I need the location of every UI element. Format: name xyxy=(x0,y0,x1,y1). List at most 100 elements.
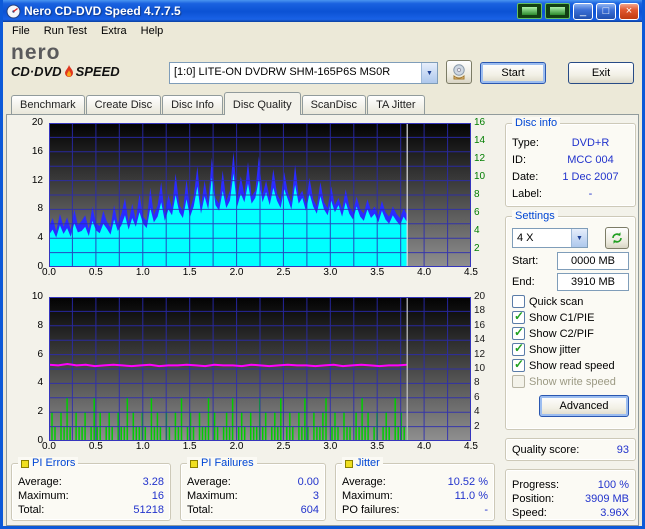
speed-dropdown-arrow-icon[interactable]: ▼ xyxy=(571,229,587,247)
tab-disc-info[interactable]: Disc Info xyxy=(162,95,223,114)
tab-create-disc[interactable]: Create Disc xyxy=(85,95,162,114)
checkbox-row-show-jitter: Show jitter xyxy=(512,341,629,357)
axis-tick-label: 12 xyxy=(474,348,486,360)
disc-info-group: Disc info Type: DVD+R ID: MCC 004 Date: 1 D… xyxy=(505,117,636,207)
stat-row: Total: 51218 xyxy=(18,504,164,516)
pi-failures-stats-group: PI Failures Average: 0.00 Maximum: 3 Total… xyxy=(180,457,326,521)
show-c1-pie-checkbox[interactable] xyxy=(512,309,525,324)
axis-tick-label: 10 xyxy=(31,291,43,302)
show-write-speed-checkbox[interactable] xyxy=(512,375,525,388)
drive-selected-text: [1:0] LITE-ON DVDRW SHM-165P6S MS0R xyxy=(174,66,391,78)
app-icon xyxy=(6,4,21,19)
advanced-button[interactable]: Advanced xyxy=(539,395,629,417)
axis-tick-label: 10 xyxy=(474,363,486,374)
pi-errors-stats-title: PI Errors xyxy=(32,457,76,469)
eject-button[interactable] xyxy=(446,60,472,84)
checkbox-row-show-read-speed: Show read speed xyxy=(512,357,629,373)
tab-ta-jitter[interactable]: TA Jitter xyxy=(367,95,425,114)
show-jitter-checkbox[interactable] xyxy=(512,341,525,356)
menu-file[interactable]: File xyxy=(5,23,37,39)
axis-tick-label: 14 xyxy=(474,135,486,146)
logo-speed: SPEED xyxy=(75,64,120,79)
progress-row: Progress: 100 % xyxy=(512,479,629,491)
speed-select[interactable]: 4 X ▼ xyxy=(512,228,588,248)
axis-tick-label: 2 xyxy=(37,406,43,418)
axis-tick-label: 10 xyxy=(474,171,486,182)
axis-tick-label: 8 xyxy=(474,377,480,389)
pi-errors-chart: 0 4 8 12 16 20 2 4 6 8 10 12 14 16 0.0 0.5 1.0 1.5 2.0 2.… xyxy=(11,117,501,281)
tab-disc-quality[interactable]: Disc Quality xyxy=(223,92,301,115)
jitter-legend-chip xyxy=(345,459,353,468)
drive-select[interactable]: [1:0] LITE-ON DVDRW SHM-165P6S MS0R ▼ xyxy=(169,62,438,84)
axis-tick-label: 2 xyxy=(474,420,480,432)
stat-row: Maximum: 16 xyxy=(18,490,164,502)
speed-selected-text: 4 X xyxy=(517,232,534,244)
charts-area: 0 4 8 12 16 20 2 4 6 8 10 12 14 16 0.0 0.5 1.0 1.5 2.0 2.… xyxy=(11,117,501,455)
refresh-button[interactable] xyxy=(605,227,629,249)
pie-plot xyxy=(49,123,471,267)
show-read-speed-checkbox[interactable] xyxy=(512,357,525,372)
minimize-button[interactable]: _ xyxy=(573,2,593,20)
drive-dropdown-arrow-icon[interactable]: ▼ xyxy=(421,63,437,83)
axis-tick-label: 4.0 xyxy=(417,441,432,452)
hand-disc-icon xyxy=(453,64,465,80)
axis-tick-label: 4 xyxy=(37,377,43,389)
axis-tick-label: 0.5 xyxy=(88,441,103,452)
green-monitor-icon-1[interactable] xyxy=(517,3,542,19)
axis-tick-label: 0.5 xyxy=(88,267,103,278)
pi-errors-legend-chip xyxy=(21,459,29,468)
menu-run-test[interactable]: Run Test xyxy=(37,23,94,39)
menu-help[interactable]: Help xyxy=(134,23,171,39)
axis-tick-label: 4.5 xyxy=(464,267,478,278)
axis-tick-label: 4 xyxy=(474,406,480,418)
stat-row: Average: 10.52 % xyxy=(342,476,488,488)
speed-row-status: Speed: 3.96X xyxy=(512,507,629,519)
axis-tick-label: 16 xyxy=(474,117,486,128)
checkbox-row-show-c2-pif: Show C2/PIF xyxy=(512,325,629,341)
checkbox-row-show-write-speed: Show write speed xyxy=(512,374,629,389)
end-row: End: xyxy=(512,273,629,291)
exit-button[interactable]: Exit xyxy=(568,62,634,84)
settings-title: Settings xyxy=(512,210,558,223)
pi-failures-legend-chip xyxy=(190,459,198,468)
axis-tick-label: 8 xyxy=(37,203,43,215)
quick-scan-checkbox[interactable] xyxy=(512,295,525,308)
disc-id-row: ID: MCC 004 xyxy=(512,153,614,166)
axis-tick-label: 4.5 xyxy=(464,441,478,452)
tab-scandisc[interactable]: ScanDisc xyxy=(301,95,367,114)
axis-tick-label: 2.0 xyxy=(229,441,244,452)
close-button[interactable]: × xyxy=(619,2,639,20)
disc-type-row: Type: DVD+R xyxy=(512,136,610,149)
start-row: Start: xyxy=(512,252,629,270)
axis-tick-label: 4.0 xyxy=(417,267,432,278)
app-window: Nero CD-DVD Speed 4.7.7.5 _ □ × File Run… xyxy=(0,0,645,529)
axis-tick-label: 4 xyxy=(37,232,43,244)
quality-score-group: Quality score: 93 xyxy=(505,438,636,461)
start-button[interactable]: Start xyxy=(480,62,546,84)
nero-wordmark: nero xyxy=(11,41,61,64)
pif-x-axis: 0.0 0.5 1.0 1.5 2.0 2.5 3.0 3.5 4.0 4.5 xyxy=(42,441,483,454)
axis-tick-label: 4 xyxy=(474,225,480,236)
stat-row: Maximum: 3 xyxy=(187,490,319,502)
end-mb-input[interactable] xyxy=(557,273,629,291)
menu-extra[interactable]: Extra xyxy=(94,23,134,39)
disc-date-row: Date: 1 Dec 2007 xyxy=(512,170,619,183)
axis-tick-label: 12 xyxy=(474,153,486,164)
axis-tick-label: 6 xyxy=(474,207,480,218)
nero-logo: nero CD·DVD SPEED xyxy=(11,41,161,80)
maximize-button[interactable]: □ xyxy=(596,2,616,20)
title-bar[interactable]: Nero CD-DVD Speed 4.7.7.5 _ □ × xyxy=(3,0,642,22)
jitter-stats-title: Jitter xyxy=(356,457,380,469)
disc-label-row: Label: - xyxy=(512,187,593,200)
show-c2-pif-checkbox[interactable] xyxy=(512,325,525,340)
axis-tick-label: 3.5 xyxy=(370,441,385,452)
green-monitor-icon-2[interactable] xyxy=(545,3,570,19)
tab-benchmark[interactable]: Benchmark xyxy=(11,95,85,114)
stats-row: PI Errors Average: 3.28 Maximum: 16 Total:… xyxy=(11,457,501,521)
cdspeed-wordmark: CD·DVD SPEED xyxy=(11,64,161,79)
start-mb-input[interactable] xyxy=(557,252,629,270)
progress-group: Progress: 100 % Position: 3909 MB Speed: 3.… xyxy=(505,469,636,521)
axis-tick-label: 0.0 xyxy=(42,441,56,452)
axis-tick-label: 2.5 xyxy=(276,441,291,452)
stat-row: PO failures: - xyxy=(342,504,488,516)
